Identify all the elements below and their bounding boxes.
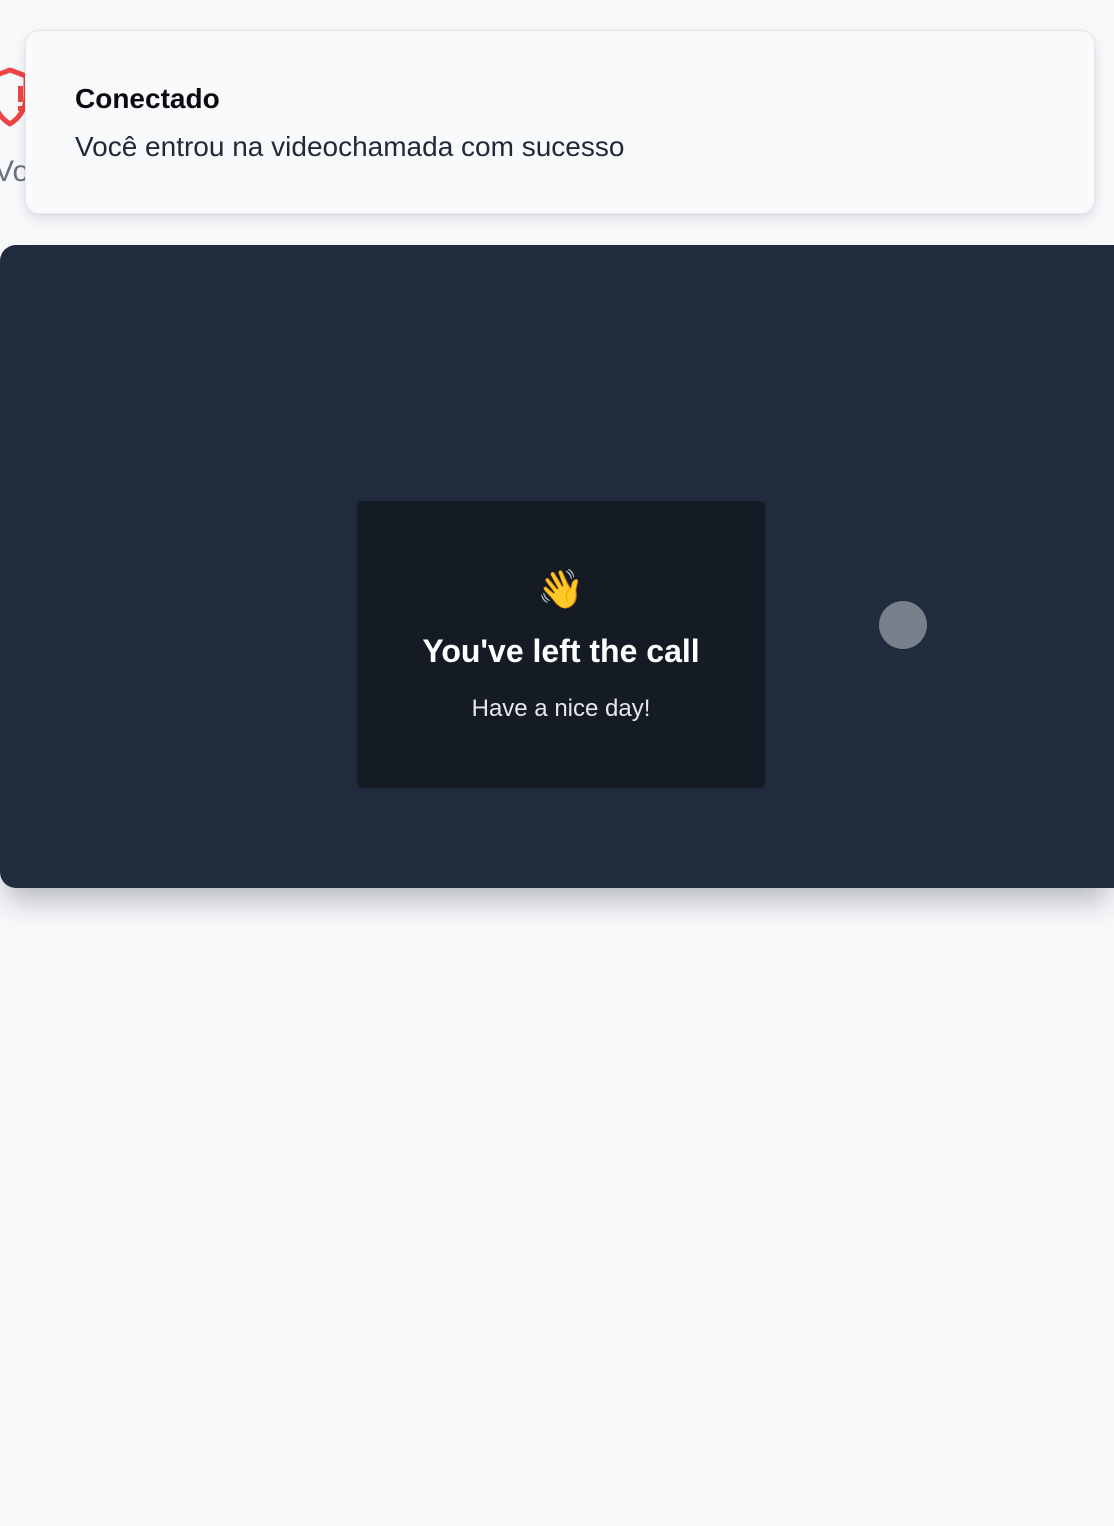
toast-notification: Conectado Você entrou na videochamada co… bbox=[25, 30, 1095, 214]
left-call-title: You've left the call bbox=[422, 633, 700, 669]
toast-description: Você entrou na videochamada com sucesso bbox=[75, 131, 625, 162]
left-call-subtitle: Have a nice day! bbox=[471, 695, 651, 722]
loading-indicator bbox=[879, 601, 927, 649]
toast-title: Conectado bbox=[75, 83, 220, 114]
video-call-area: 👋 You've left the call Have a nice day! bbox=[0, 245, 1114, 888]
left-call-card: 👋 You've left the call Have a nice day! bbox=[355, 499, 767, 790]
waving-hand-icon: 👋 bbox=[537, 569, 585, 611]
